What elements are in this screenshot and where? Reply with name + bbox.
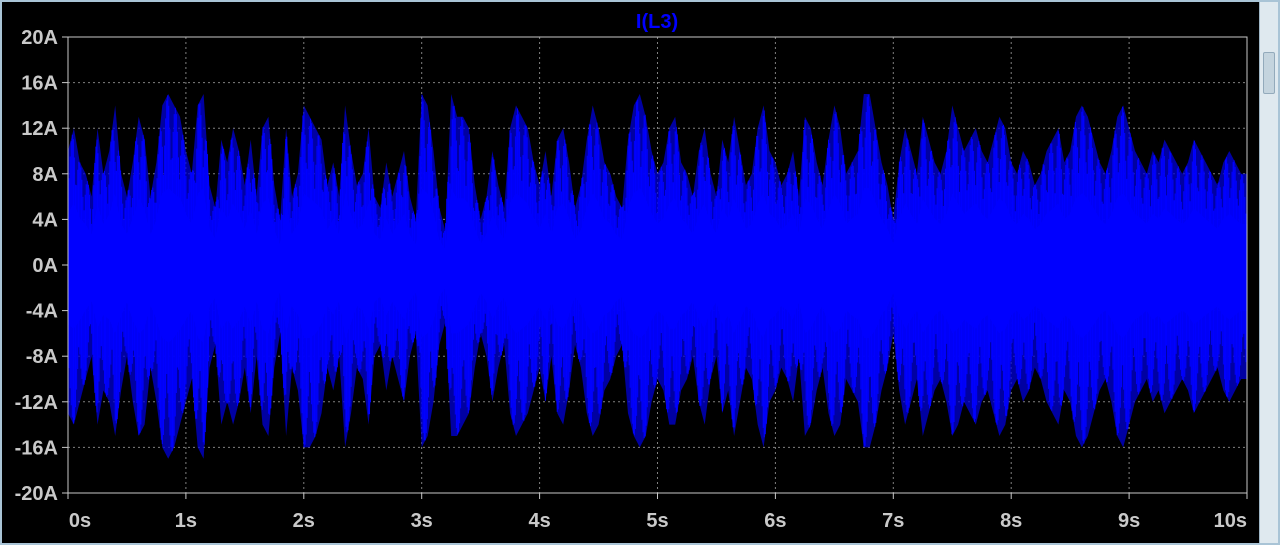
waveform-window: 20A 16A 12A 8A 4A 0A -4A -8A -12A -16A -20A 0s 1s 2s… <box>0 0 1280 545</box>
y-tick-label: 4A <box>32 209 58 231</box>
y-tick-label: 0A <box>32 255 58 277</box>
y-tick-label: 16A <box>21 73 58 95</box>
y-tick-label: -16A <box>15 437 58 459</box>
y-tick-label: -12A <box>15 392 58 414</box>
x-tick-label: 5s <box>646 510 668 532</box>
y-axis: 20A 16A 12A 8A 4A 0A -4A -8A -12A -16A -20A <box>15 27 68 505</box>
x-tick-label: 7s <box>882 510 904 532</box>
x-tick-label: 4s <box>528 510 550 532</box>
y-tick-label: 8A <box>32 164 58 186</box>
waveform-plot[interactable]: 20A 16A 12A 8A 4A 0A -4A -8A -12A -16A -20A 0s 1s 2s… <box>2 2 1264 543</box>
y-tick-label: -8A <box>26 346 58 368</box>
x-tick-label: 0s <box>69 510 91 532</box>
y-tick-label: 12A <box>21 118 58 140</box>
x-axis: 0s 1s 2s 3s 4s 5s 6s 7s 8s 9s 10s <box>67 493 1248 532</box>
trace-title[interactable]: I(L3) <box>636 11 678 33</box>
y-tick-label: 20A <box>21 27 58 49</box>
scrollbar-thumb[interactable] <box>1263 52 1275 94</box>
x-tick-label: 2s <box>293 510 315 532</box>
x-tick-label: 1s <box>175 510 197 532</box>
y-tick-label: -4A <box>26 301 58 323</box>
x-tick-label: 9s <box>1118 510 1140 532</box>
vertical-scrollbar[interactable] <box>1259 2 1278 543</box>
y-tick-label: -20A <box>15 483 58 505</box>
x-tick-label: 6s <box>764 510 786 532</box>
x-tick-label: 8s <box>1000 510 1022 532</box>
x-tick-label: 10s <box>1214 510 1247 532</box>
x-tick-label: 3s <box>411 510 433 532</box>
